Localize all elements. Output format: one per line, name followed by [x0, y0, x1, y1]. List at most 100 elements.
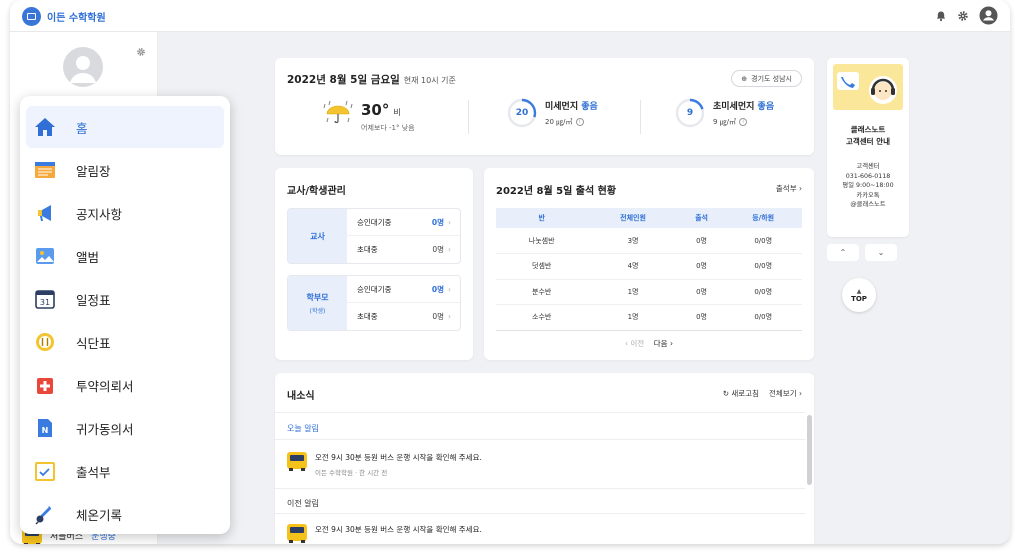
menu-item-notice[interactable]: 공지사항 — [26, 192, 224, 234]
pm25-widget: 9 초미세먼지 좋음 9 ㎍/㎥ i — [675, 98, 774, 128]
location-icon: ⊕ — [741, 74, 748, 83]
refresh-button[interactable]: ↻ 새로고침 — [723, 388, 759, 399]
table-row[interactable]: 소수반 1명 0명 0/0명 — [496, 304, 802, 331]
pm10-value: 20 — [515, 108, 529, 118]
bus-icon — [287, 524, 307, 543]
top-button[interactable]: ▲ TOP — [842, 278, 876, 312]
pm10-gauge: 20 — [507, 98, 537, 128]
scroll-up-button[interactable]: ⌃ — [827, 244, 859, 261]
temp-compare: 어제보다 -1° 낮음 — [361, 124, 415, 132]
gear-icon[interactable] — [957, 10, 969, 22]
attendance-card: 2022년 8월 5일 출석 현황 출석부 › 반 전체인원 출석 등/하원 나… — [484, 168, 814, 360]
menu-item-meal[interactable]: 식단표 — [26, 321, 224, 363]
pm10-unit: 20 ㎍/㎥ — [545, 118, 573, 126]
attendance-icon — [34, 460, 56, 482]
pm25-gauge: 9 — [675, 98, 705, 128]
scrollbar[interactable] — [807, 415, 812, 485]
attendance-link[interactable]: 출석부 › — [776, 183, 802, 194]
chevron-right-icon: › — [799, 184, 802, 193]
menu-item-attendance[interactable]: 출석부 — [26, 450, 224, 492]
consent-icon: N — [34, 417, 56, 439]
divider — [640, 100, 641, 134]
pending-row[interactable]: 승인대기중 0명 › — [347, 209, 460, 236]
account-icon[interactable] — [979, 6, 998, 25]
table-row[interactable]: 분수반 1명 0명 0/0명 — [496, 279, 802, 305]
chevron-right-icon: › — [448, 284, 451, 294]
thermometer-icon — [34, 503, 56, 525]
album-icon — [34, 245, 56, 267]
date-subtitle: 현재 10시 기준 — [403, 76, 456, 85]
svg-text:N: N — [42, 426, 49, 435]
invited-row[interactable]: 초대중 0명 › — [347, 303, 460, 330]
support-title: 클래스노트 고객센터 안내 — [845, 125, 890, 146]
menu-item-schedule[interactable]: 31 일정표 — [26, 278, 224, 320]
brand[interactable]: 이든 수학학원 — [22, 7, 106, 26]
menu-item-consent[interactable]: N 귀가동의서 — [26, 407, 224, 449]
profile-settings-icon[interactable] — [136, 42, 146, 61]
previous-section-header: 이전 알림 — [275, 488, 805, 514]
pending-row[interactable]: 승인대기중 0명 › — [347, 276, 460, 303]
news-text: 오전 9시 30분 등원 버스 운행 시작을 확인해 주세요. — [315, 453, 482, 462]
top-bar: 이든 수학학원 — [10, 0, 1010, 32]
divider — [468, 100, 469, 134]
prev-page-button[interactable]: ‹ 이전 — [625, 339, 644, 348]
rain-umbrella-icon — [323, 100, 353, 133]
table-header: 반 — [496, 208, 588, 228]
teacher-group: 교사 승인대기중 0명 › 초대중 0명 › — [287, 208, 461, 264]
pm25-label: 초미세먼지 — [713, 102, 755, 112]
weather-card: 2022년 8월 5일 금요일 현재 10시 기준 ⊕ 경기도 성남시 30° 비 어… — [275, 58, 814, 155]
table-header: 출석 — [678, 208, 725, 228]
menu-item-temperature[interactable]: 체온기록 — [26, 493, 224, 535]
pager: ‹ 이전 다음 › — [484, 338, 814, 349]
menu-item-album[interactable]: 앨범 — [26, 235, 224, 277]
invited-row[interactable]: 초대중 0명 › — [347, 236, 460, 263]
pending-count: 0명 — [431, 217, 444, 227]
info-icon[interactable]: i — [575, 118, 584, 126]
support-card: 클래스노트 고객센터 안내 고객센터 031-606-0118 평일 9:00~… — [827, 58, 909, 237]
chevron-right-icon: › — [448, 245, 451, 254]
pm10-widget: 20 미세먼지 좋음 20 ㎍/㎥ i — [507, 98, 598, 128]
table-header: 등/하원 — [724, 208, 802, 228]
table-row[interactable]: 나눗셈반 3명 0명 0/0명 — [496, 228, 802, 254]
group-label: 학부모 (학생) — [288, 276, 347, 330]
notebook-icon — [34, 159, 56, 181]
medicine-icon — [34, 374, 56, 396]
next-page-button[interactable]: 다음 › — [654, 339, 673, 348]
invited-count: 0명 — [432, 312, 444, 321]
region-button[interactable]: ⊕ 경기도 성남시 — [731, 70, 802, 87]
pm10-status: 좋음 — [581, 102, 598, 112]
pending-count: 0명 — [431, 284, 444, 294]
menu-item-medication[interactable]: 투약의뢰서 — [26, 364, 224, 406]
attendance-title: 2022년 8월 5일 출석 현황 — [496, 186, 617, 197]
pm25-unit: 9 ㎍/㎥ — [713, 118, 737, 126]
chevron-down-icon: ⌄ — [877, 248, 885, 257]
pm25-status: 좋음 — [757, 102, 775, 112]
management-title: 교사/학생관리 — [287, 186, 346, 197]
arrow-up-icon: ▲ — [856, 287, 862, 295]
scroll-down-button[interactable]: ⌄ — [865, 244, 897, 261]
info-icon[interactable]: i — [739, 118, 748, 126]
megaphone-icon — [34, 202, 56, 224]
calendar-icon: 31 — [34, 288, 56, 310]
app-title: 이든 수학학원 — [47, 13, 106, 24]
news-text: 오전 9시 30분 등원 버스 운행 시작을 확인해 주세요. — [315, 525, 482, 534]
avatar[interactable] — [63, 47, 103, 87]
news-item[interactable]: 오전 9시 30분 등원 버스 운행 시작을 확인해 주세요. 이든 수학학원 … — [287, 452, 482, 477]
news-item[interactable]: 오전 9시 30분 등원 버스 운행 시작을 확인해 주세요. — [287, 524, 482, 543]
temperature: 30° — [361, 101, 390, 119]
table-row[interactable]: 덧셈반 4명 0명 0/0명 — [496, 253, 802, 280]
chevron-right-icon: › — [448, 312, 451, 321]
menu-item-home[interactable]: 홈 — [26, 106, 224, 148]
top-label: TOP — [851, 294, 867, 303]
date-title: 2022년 8월 5일 금요일 현재 10시 기준 — [287, 74, 456, 86]
menu-item-notebook[interactable]: 알림장 — [26, 149, 224, 191]
chevron-right-icon: › — [448, 217, 451, 227]
table-header: 전체인원 — [587, 208, 679, 228]
parent-group: 학부모 (학생) 승인대기중 0명 › 초대중 0명 › — [287, 275, 461, 331]
bell-icon[interactable] — [935, 10, 947, 22]
refresh-icon: ↻ — [722, 389, 729, 398]
weather-now: 30° 비 어제보다 -1° 낮음 — [323, 100, 415, 133]
pm25-value: 9 — [686, 108, 694, 118]
view-all-link[interactable]: 전체보기 › — [769, 388, 802, 399]
news-title: 내소식 — [287, 391, 315, 402]
